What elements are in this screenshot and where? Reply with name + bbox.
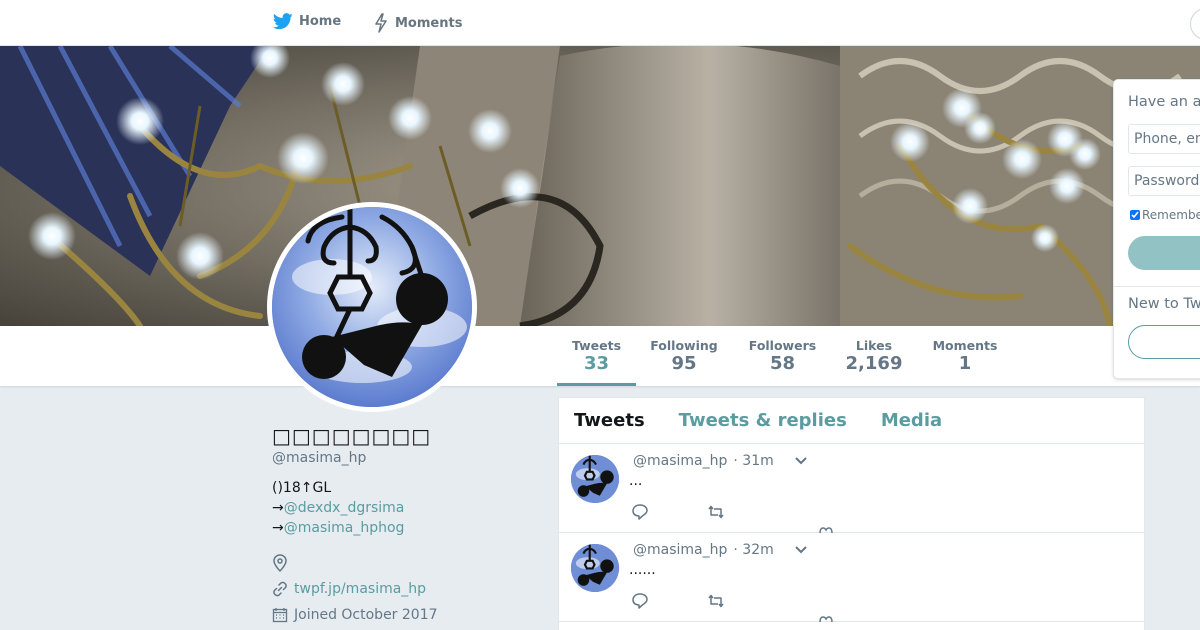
stat-tweets[interactable]: Tweets 33 (557, 338, 636, 386)
stat-label: Followers (748, 338, 817, 353)
bio-link[interactable]: @dexdx_dgrsima (284, 500, 405, 516)
tweet-actions (631, 592, 725, 610)
tweet-avatar[interactable] (571, 544, 619, 592)
heart-icon[interactable] (819, 615, 833, 623)
login-button[interactable] (1128, 236, 1200, 270)
divider (1114, 286, 1200, 287)
profile-handle[interactable]: @masima_hp (272, 450, 542, 466)
bio-line: ()18↑GL (272, 480, 332, 496)
chevron-down-icon[interactable] (794, 545, 808, 555)
bio-link[interactable]: @masima_hphog (284, 520, 405, 536)
tweet-timestamp[interactable]: · 31m (733, 453, 773, 469)
twitter-bird-icon (273, 13, 293, 30)
avatar-image (571, 455, 619, 503)
remember-me-label: Remember me (1142, 208, 1200, 222)
phone-email-username-input[interactable] (1128, 124, 1200, 154)
stat-following[interactable]: Following 95 (645, 338, 723, 375)
tweet-timeline: Tweets Tweets & replies Media @masima_hp… (558, 397, 1145, 630)
nav-home[interactable]: Home (273, 13, 341, 30)
stat-value: 1 (958, 353, 972, 374)
stat-followers[interactable]: Followers 58 (743, 338, 822, 375)
joined-text: Joined October 2017 (294, 607, 438, 623)
stat-value: 33 (583, 353, 610, 374)
bio-arrow: → (272, 500, 284, 516)
login-panel: Have an account? Remember me New to Twit… (1113, 79, 1200, 379)
profile-banner (0, 46, 1200, 326)
tweet-item[interactable]: @masima_hp · 31m ... (559, 444, 1144, 534)
stat-label: Following (650, 338, 718, 353)
tweet-actions (631, 503, 725, 521)
profile-header-card: □□□□□□□□ @masima_hp ()18↑GL →@dexdx_dgrs… (272, 424, 542, 626)
tweet-handle[interactable]: @masima_hp (633, 453, 727, 469)
nav-moments-label: Moments (395, 15, 463, 31)
calendar-icon (272, 608, 288, 623)
tweet-item[interactable]: @masima_hp · 32m ...... (559, 533, 1144, 623)
tweet-handle[interactable]: @masima_hp (633, 542, 727, 558)
avatar-image (272, 207, 472, 407)
tweet-header: @masima_hp · 32m (633, 542, 808, 558)
profile-name[interactable]: □□□□□□□□ (272, 424, 542, 448)
tweet-timestamp[interactable]: · 32m (733, 542, 773, 558)
lightning-icon (375, 13, 387, 33)
tab-tweets-and-replies[interactable]: Tweets & replies (679, 410, 847, 431)
stat-value: 58 (769, 353, 796, 374)
tab-tweets[interactable]: Tweets (574, 410, 645, 431)
avatar-image (571, 544, 619, 592)
profile-navigation: Tweets 33 Following 95 Followers 58 Like… (0, 326, 1200, 386)
timeline-tabs: Tweets Tweets & replies Media (559, 398, 1144, 444)
retweet-icon[interactable] (707, 503, 725, 521)
link-icon (273, 581, 287, 597)
tweet-header: @masima_hp · 31m (633, 453, 808, 469)
profile-avatar[interactable] (267, 202, 477, 412)
signup-button[interactable] (1128, 325, 1200, 359)
password-input[interactable] (1128, 166, 1200, 196)
banner-image (0, 46, 1200, 326)
tweet-text: ... (629, 473, 643, 489)
nav-moments[interactable]: Moments (373, 13, 462, 33)
profile-url: twpf.jp/masima_hp (272, 578, 542, 600)
reply-icon[interactable] (631, 503, 649, 521)
tab-media[interactable]: Media (881, 410, 942, 431)
retweet-icon[interactable] (707, 592, 725, 610)
stat-value: 95 (671, 353, 697, 374)
profile-bio: ()18↑GL →@dexdx_dgrsima →@masima_hphog (272, 478, 542, 538)
tweet-avatar[interactable] (571, 455, 619, 503)
profile-location (272, 552, 542, 574)
signup-heading: New to Twitter? (1128, 296, 1200, 312)
remember-me-checkbox[interactable] (1130, 210, 1140, 220)
account-avatar-button[interactable] (1190, 8, 1200, 40)
bio-line: →@dexdx_dgrsima (272, 498, 542, 518)
stat-likes[interactable]: Likes 2,169 (840, 338, 908, 375)
reply-icon[interactable] (631, 592, 649, 610)
bio-arrow: → (272, 520, 284, 536)
stat-label: Tweets (571, 338, 622, 353)
nav-home-label: Home (299, 14, 342, 29)
profile-url-link[interactable]: twpf.jp/masima_hp (294, 581, 426, 597)
bio-line: →@masima_hphog (272, 518, 542, 538)
top-navigation: Home Moments (0, 0, 1200, 46)
stat-label: Likes (855, 338, 893, 353)
login-heading: Have an account? (1128, 94, 1200, 110)
stat-value: 2,169 (845, 353, 903, 374)
remember-me[interactable]: Remember me (1130, 208, 1200, 222)
chevron-down-icon[interactable] (794, 456, 808, 466)
stat-label: Moments (932, 338, 998, 353)
location-pin-icon (273, 554, 287, 572)
tweet-text: ...... (629, 562, 656, 578)
stat-moments[interactable]: Moments 1 (927, 338, 1003, 375)
profile-joined-date: Joined October 2017 (272, 604, 542, 626)
